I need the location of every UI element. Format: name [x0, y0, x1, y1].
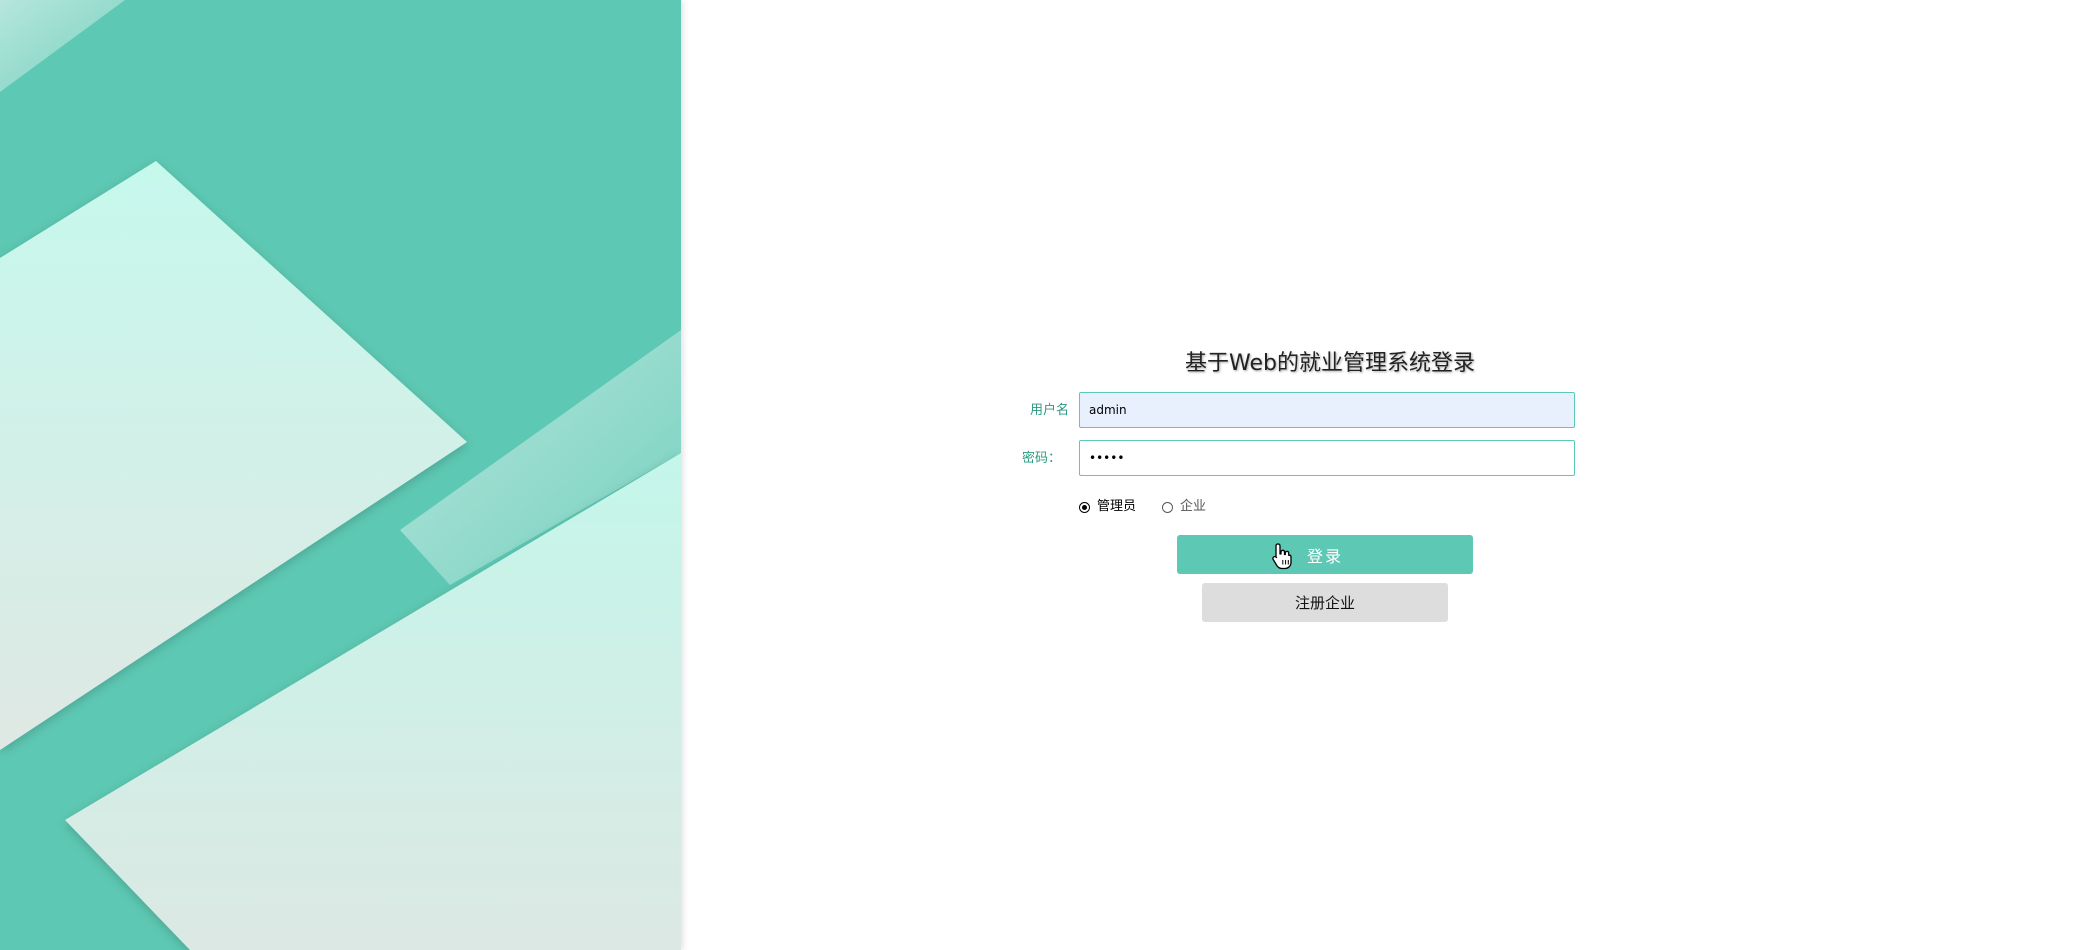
radio-unchecked-icon[interactable] [1162, 501, 1174, 513]
password-label: 密码： [1021, 451, 1061, 466]
password-input[interactable] [1079, 440, 1575, 476]
username-input[interactable] [1079, 392, 1575, 428]
register-company-button[interactable]: 注册企业 [1202, 583, 1448, 622]
geometric-background-graphic [0, 0, 681, 950]
top-left-translucent-shape [0, 0, 125, 92]
login-page: 基于Web的就业管理系统登录 用户名 密码： 管理员 企业 登录 注册企业 [0, 0, 2084, 950]
page-title: 基于Web的就业管理系统登录 [1185, 351, 1475, 376]
radio-checked-icon[interactable] [1079, 501, 1090, 513]
role-label-company: 企业 [1180, 499, 1207, 514]
login-form: 基于Web的就业管理系统登录 用户名 密码： 管理员 企业 登录 注册企业 [1005, 348, 1605, 628]
username-label: 用户名 [1029, 403, 1069, 418]
role-label-admin: 管理员 [1097, 499, 1137, 514]
role-option-admin[interactable]: 管理员 [1079, 497, 1136, 517]
role-option-company[interactable]: 企业 [1162, 497, 1206, 517]
login-button[interactable]: 登录 [1177, 535, 1473, 574]
decorative-side-panel [0, 0, 681, 950]
role-radio-group: 管理员 企业 [1079, 497, 1206, 517]
